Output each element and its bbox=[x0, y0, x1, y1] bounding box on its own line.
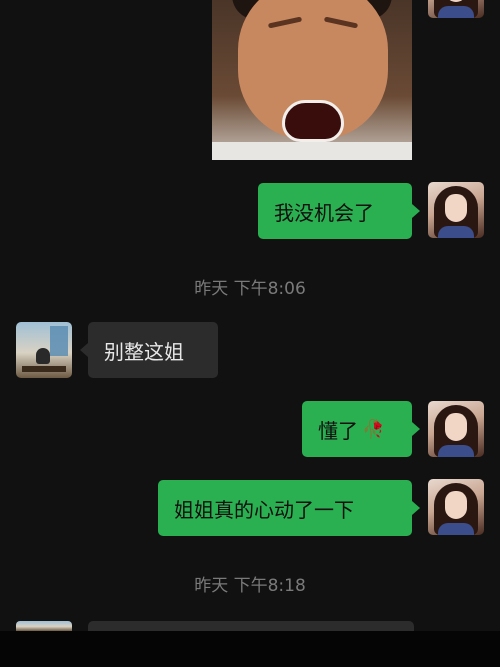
avatar-contact-partial[interactable] bbox=[16, 621, 72, 631]
timestamp: 昨天 下午8:06 bbox=[194, 279, 306, 299]
message-text: 别整这姐 bbox=[104, 339, 184, 364]
bubble-tail bbox=[412, 422, 420, 436]
message-text: 姐姐真的心动了一下 bbox=[174, 497, 354, 522]
bottom-bar bbox=[0, 631, 500, 667]
wilted-rose-icon: 🥀 bbox=[362, 418, 385, 440]
message-bubble-incoming-partial[interactable] bbox=[88, 621, 414, 631]
avatar-self[interactable] bbox=[428, 182, 484, 238]
message-bubble-outgoing[interactable]: 懂了 🥀 bbox=[302, 401, 412, 457]
message-text: 懂了 bbox=[318, 418, 358, 443]
message-text: 我没机会了 bbox=[274, 200, 374, 225]
timestamp: 昨天 下午8:18 bbox=[194, 576, 306, 596]
bubble-tail bbox=[412, 501, 420, 515]
message-bubble-outgoing[interactable]: 姐姐真的心动了一下 bbox=[158, 480, 412, 536]
avatar-self-top[interactable] bbox=[428, 0, 484, 18]
bubble-tail bbox=[80, 343, 88, 357]
avatar-self[interactable] bbox=[428, 479, 484, 535]
bubble-tail bbox=[412, 204, 420, 218]
message-bubble-outgoing[interactable]: 我没机会了 bbox=[258, 183, 412, 239]
message-bubble-incoming[interactable]: 别整这姐 bbox=[88, 322, 218, 378]
avatar-self[interactable] bbox=[428, 401, 484, 457]
photo-message-crying-face[interactable] bbox=[212, 0, 412, 160]
avatar-contact[interactable] bbox=[16, 322, 72, 378]
